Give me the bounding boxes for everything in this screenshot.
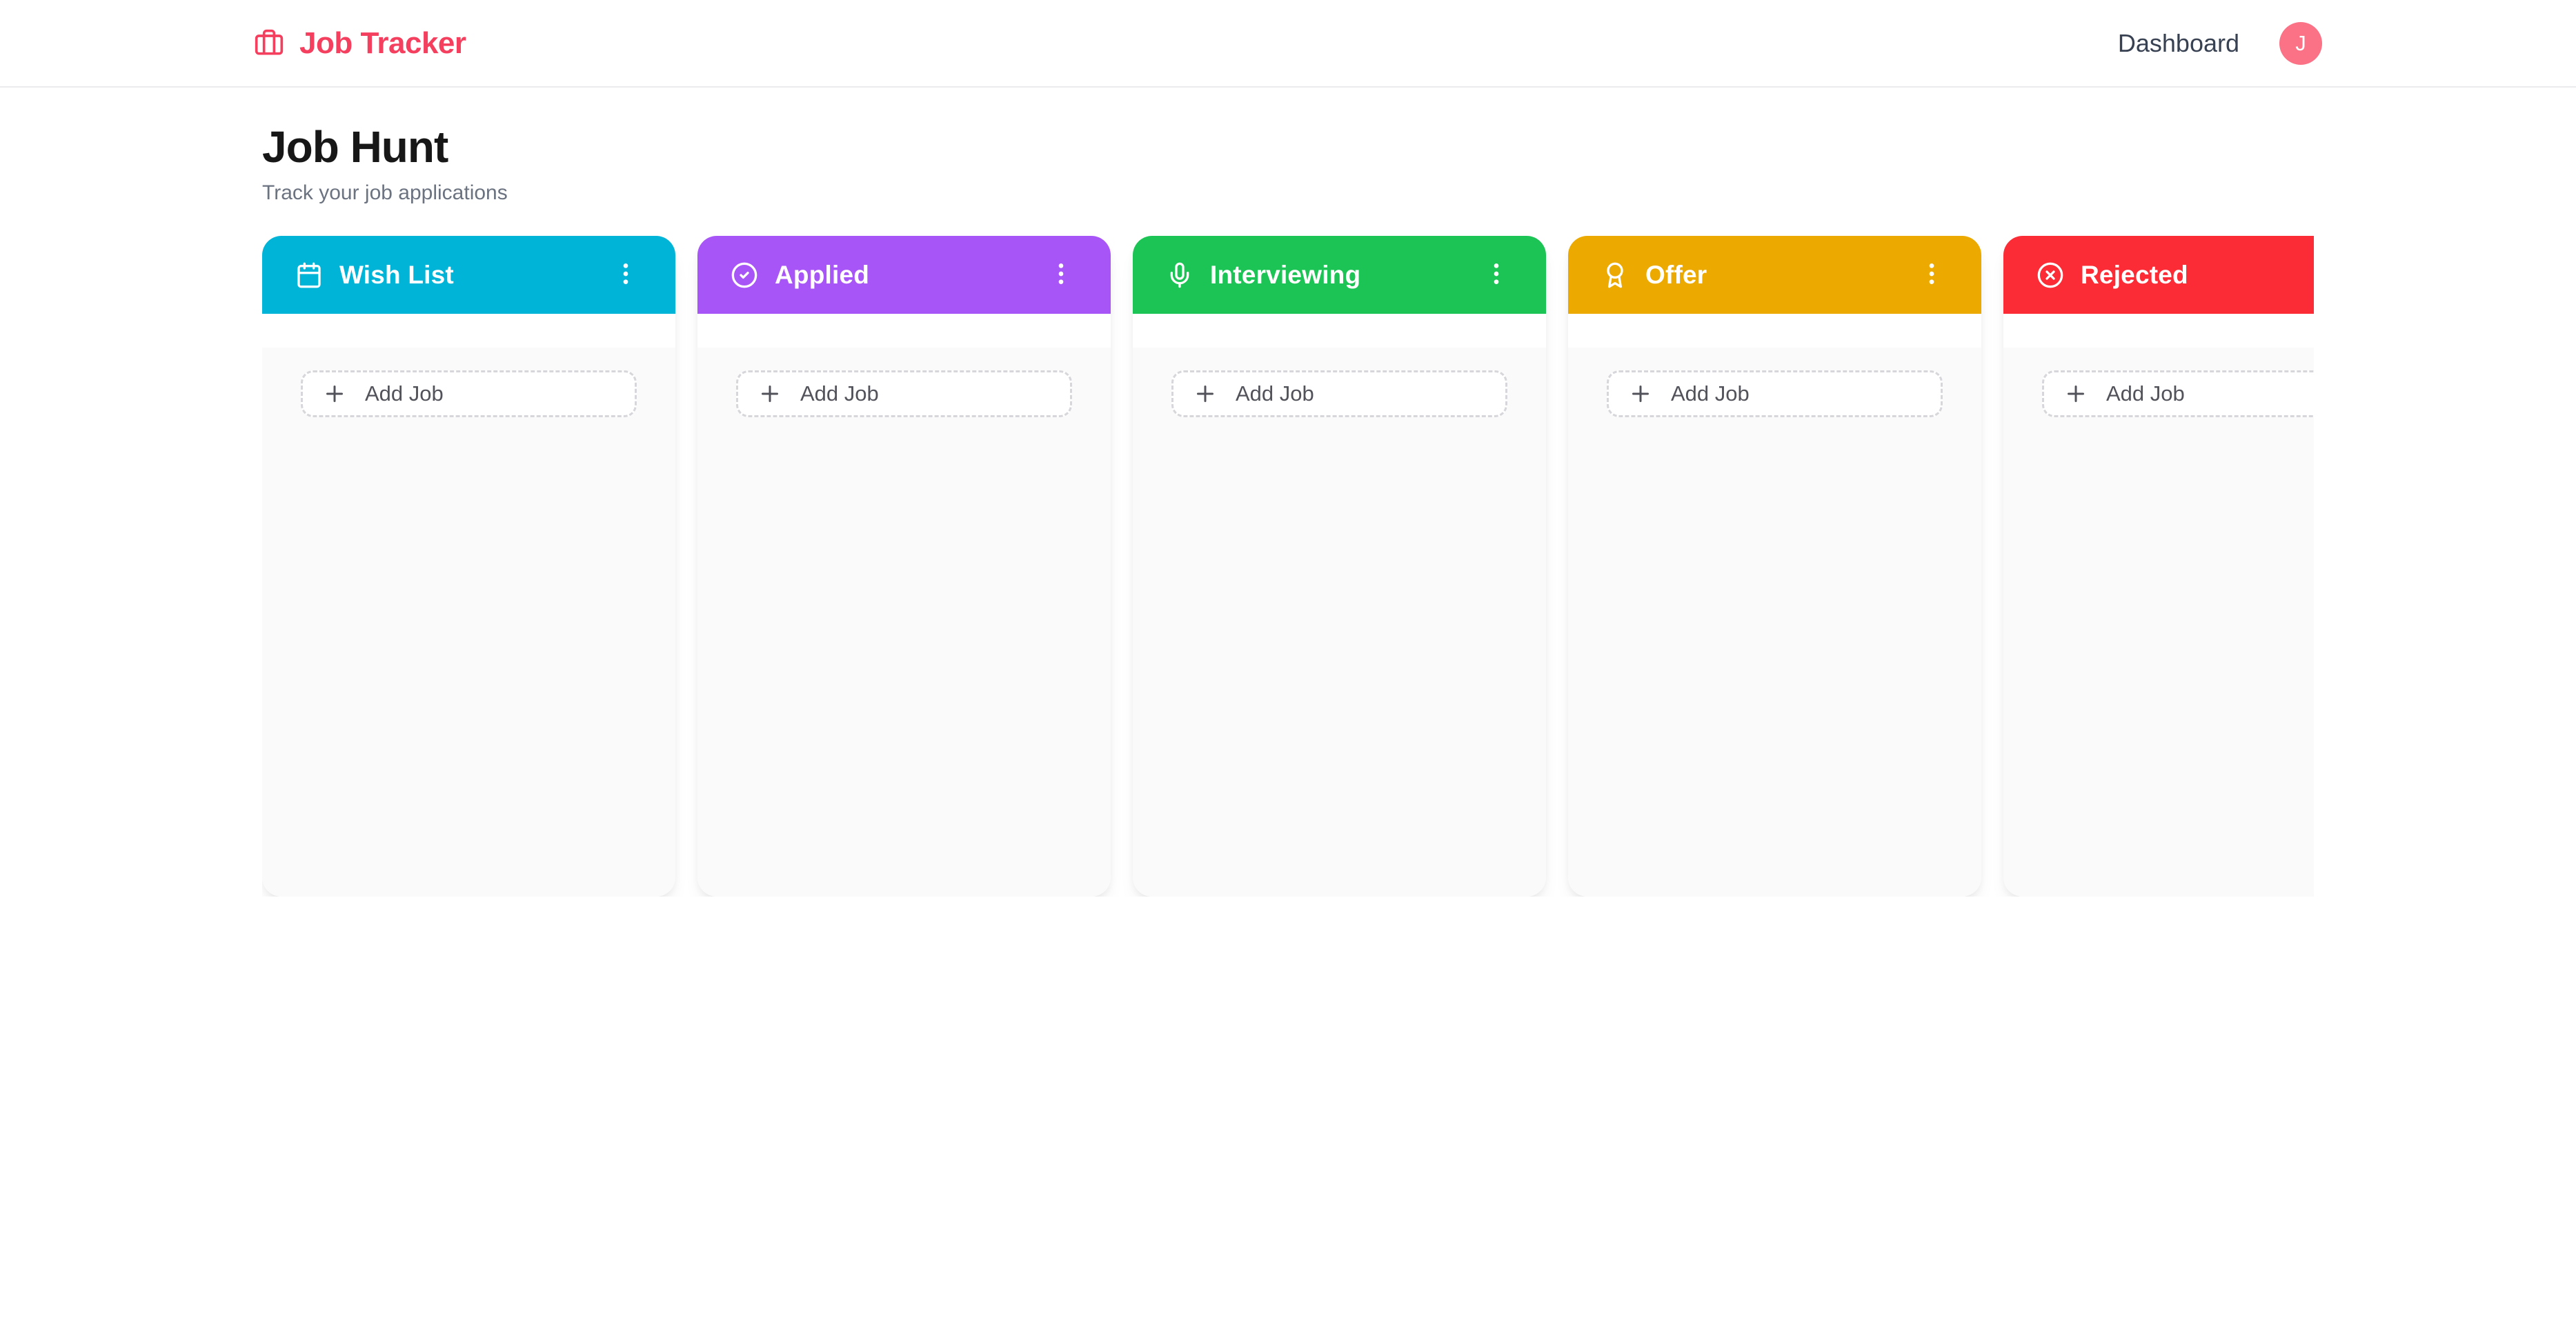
add-job-label: Add Job [1671, 381, 1750, 406]
column-menu-button[interactable] [1483, 260, 1510, 290]
main-content: Job Hunt Track your job applications Wis… [262, 88, 2314, 897]
kebab-icon [1483, 260, 1510, 290]
nav-right: Dashboard J [2118, 22, 2322, 65]
column-menu-button[interactable] [1918, 260, 1945, 290]
column-menu-button[interactable] [612, 260, 640, 290]
add-job-label: Add Job [365, 381, 444, 406]
column-header[interactable]: Interviewing [1133, 236, 1546, 314]
column-menu-button[interactable] [1047, 260, 1075, 290]
plus-icon [322, 381, 347, 406]
x-circle-icon [2037, 261, 2064, 289]
column-body: Add Job [697, 348, 1111, 897]
add-job-label: Add Job [800, 381, 879, 406]
column-header[interactable]: Offer [1568, 236, 1981, 314]
column-title: Wish List [339, 261, 612, 290]
plus-icon [1193, 381, 1218, 406]
app-title: Job Tracker [299, 26, 466, 61]
briefcase-icon [254, 28, 284, 59]
add-job-button[interactable]: Add Job [2042, 370, 2314, 417]
kanban-board: Wish List Add Job [262, 236, 2314, 897]
kanban-column-rejected: Rejected Add Job [2003, 236, 2314, 897]
column-title: Offer [1645, 261, 1918, 290]
calendar-icon [295, 261, 323, 289]
column-title: Rejected [2081, 261, 2314, 290]
app-logo: Job Tracker [254, 26, 466, 61]
microphone-icon [1166, 261, 1193, 289]
plus-icon [2063, 381, 2088, 406]
add-job-label: Add Job [1236, 381, 1314, 406]
add-job-button[interactable]: Add Job [1607, 370, 1943, 417]
add-job-label: Add Job [2106, 381, 2185, 406]
column-title: Applied [775, 261, 1047, 290]
column-body: Add Job [1133, 348, 1546, 897]
top-navigation: Job Tracker Dashboard J [0, 0, 2576, 88]
column-header[interactable]: Rejected [2003, 236, 2314, 314]
plus-icon [757, 381, 782, 406]
dashboard-link[interactable]: Dashboard [2118, 29, 2239, 58]
kanban-column-offer: Offer Add Job [1568, 236, 1981, 897]
page-subtitle: Track your job applications [262, 181, 2314, 206]
column-title: Interviewing [1210, 261, 1483, 290]
column-body: Add Job [1568, 348, 1981, 897]
column-body: Add Job [262, 348, 675, 897]
kanban-column-applied: Applied Add Job [697, 236, 1111, 897]
plus-icon [1628, 381, 1653, 406]
add-job-button[interactable]: Add Job [1171, 370, 1507, 417]
column-header[interactable]: Applied [697, 236, 1111, 314]
kebab-icon [612, 260, 640, 290]
award-icon [1601, 261, 1629, 289]
add-job-button[interactable]: Add Job [736, 370, 1072, 417]
kanban-column-interviewing: Interviewing Add Job [1133, 236, 1546, 897]
column-header[interactable]: Wish List [262, 236, 675, 314]
page-title: Job Hunt [262, 121, 2314, 174]
check-circle-icon [731, 261, 758, 289]
column-body: Add Job [2003, 348, 2314, 897]
kanban-column-wish-list: Wish List Add Job [262, 236, 675, 897]
kebab-icon [1047, 260, 1075, 290]
add-job-button[interactable]: Add Job [301, 370, 637, 417]
kebab-icon [1918, 260, 1945, 290]
nav-inner: Job Tracker Dashboard J [254, 22, 2322, 65]
avatar[interactable]: J [2279, 22, 2322, 65]
